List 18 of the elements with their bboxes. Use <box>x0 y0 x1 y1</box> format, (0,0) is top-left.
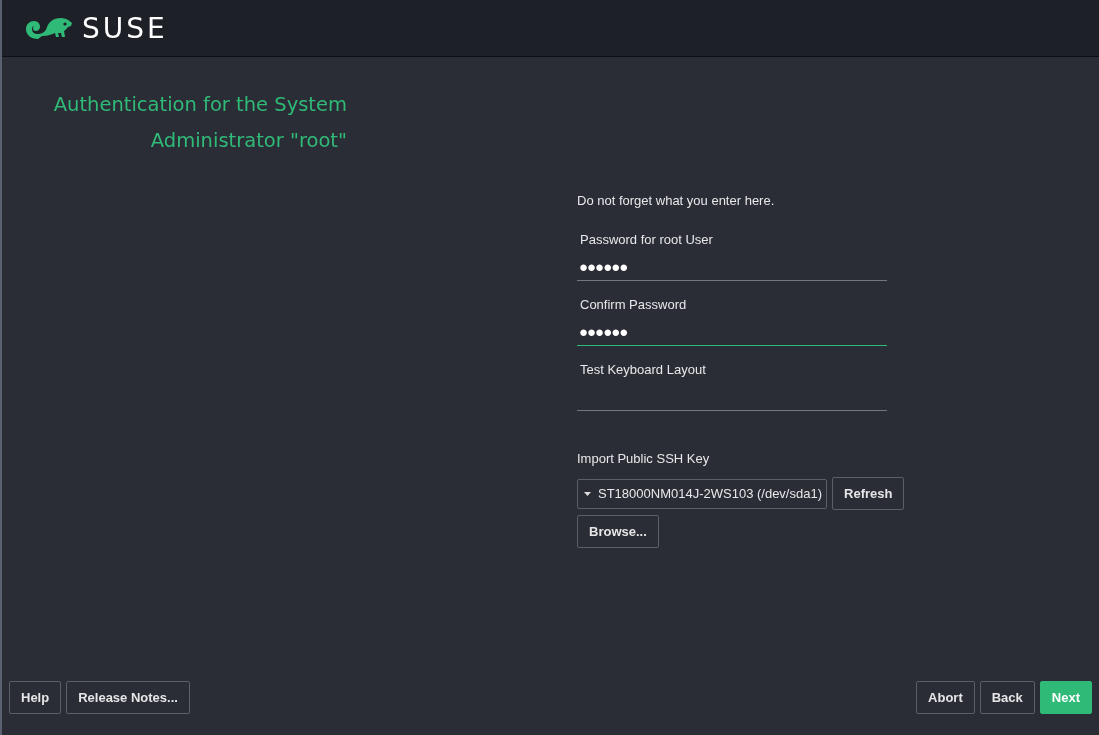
wizard-button[interactable]: Browse... <box>577 515 659 548</box>
logo-text: SUSE <box>82 11 168 45</box>
page-title: Authentication for the System Administrator "root" <box>52 92 347 154</box>
wizard-button[interactable]: Abort <box>916 681 975 714</box>
device-dropdown[interactable]: ST18000NM014J-2WS103 (/dev/sda1) <box>577 478 827 509</box>
input-field[interactable]: ●●●●●● <box>577 319 887 346</box>
field-label: Confirm Password <box>579 297 687 312</box>
input-field[interactable]: ●●●●●● <box>577 254 887 281</box>
field-label: Password for root User <box>579 232 713 247</box>
wizard-button[interactable]: Back <box>979 681 1035 714</box>
chameleon-logo-icon <box>24 15 74 41</box>
wizard-button[interactable]: Release Notes... <box>66 681 190 714</box>
wizard-button[interactable]: Refresh <box>832 477 905 510</box>
wizard-button[interactable]: Help <box>9 681 62 714</box>
field-label: Import Public SSH Key <box>577 451 710 466</box>
hint-text: Do not forget what you enter here. <box>577 193 775 208</box>
field-label: Test Keyboard Layout <box>579 362 706 377</box>
caret-icon <box>584 491 591 496</box>
